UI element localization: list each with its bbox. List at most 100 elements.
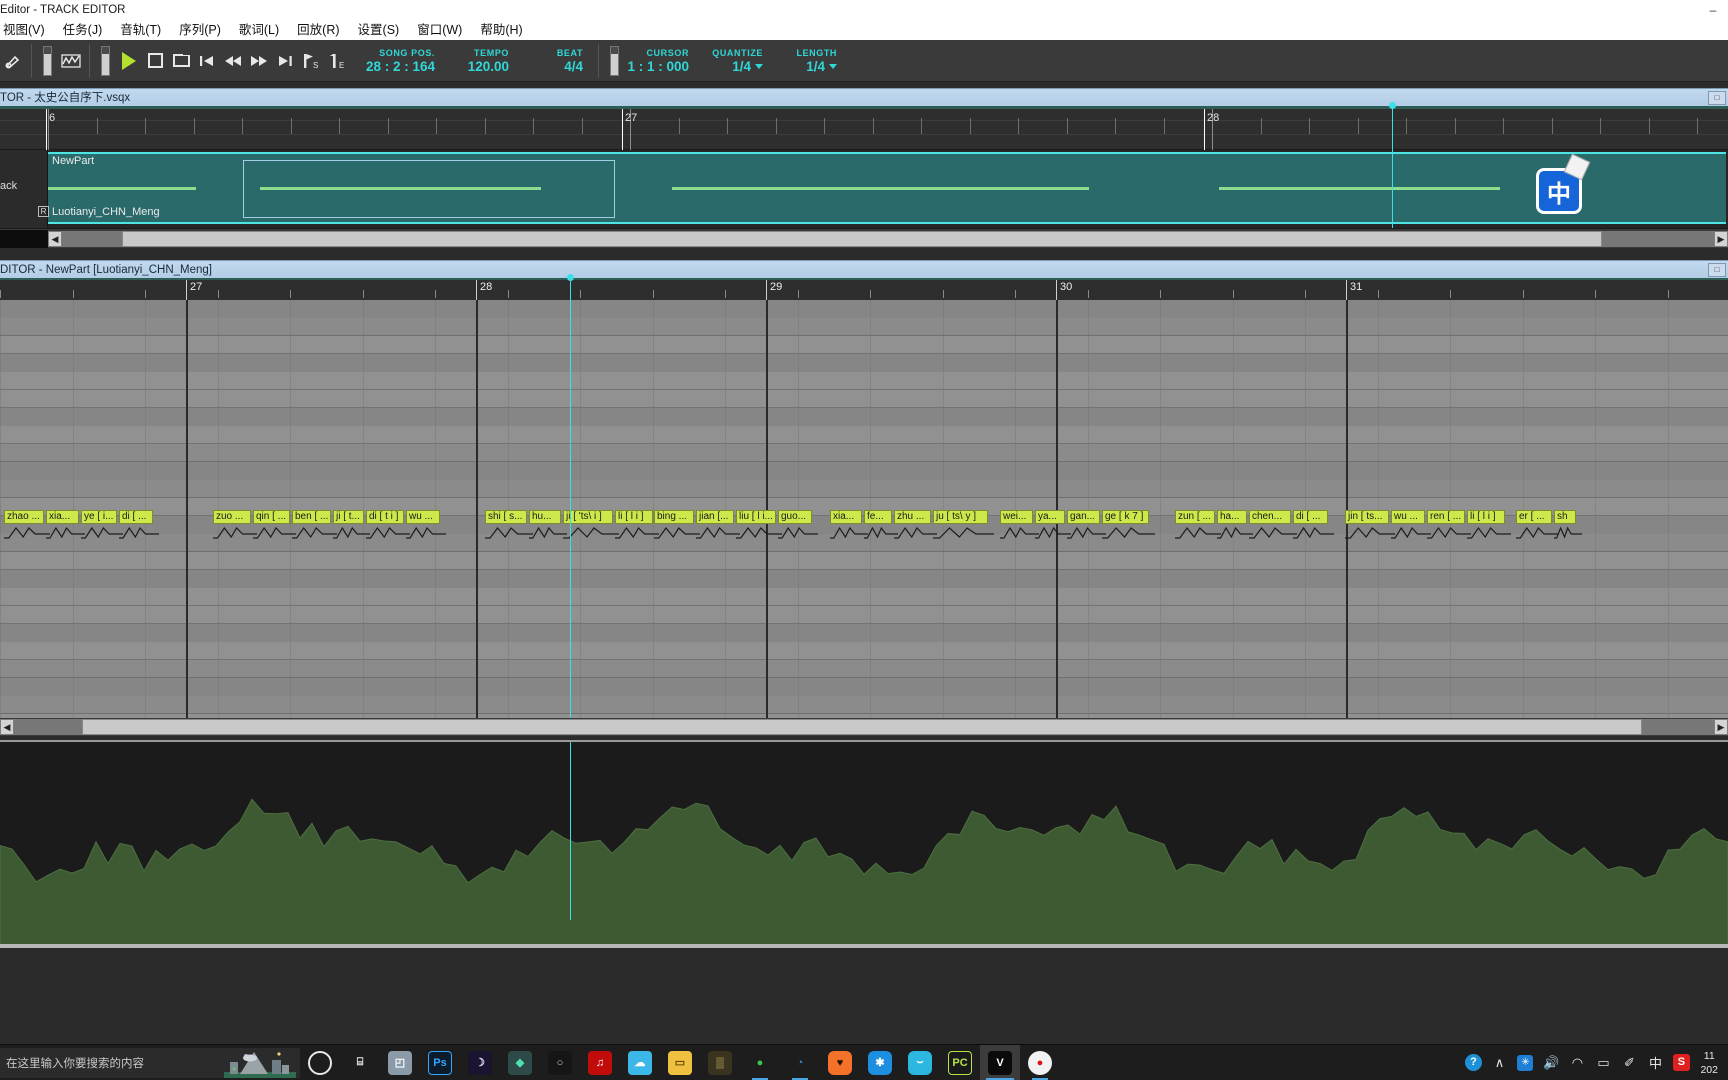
piano-roll-note[interactable]: ye [ i...: [81, 510, 117, 524]
file-explorer-icon[interactable]: ▭: [660, 1045, 700, 1080]
piano-roll-note[interactable]: ju [ ts\ y ]: [933, 510, 988, 524]
dark-circle-icon[interactable]: ○: [540, 1045, 580, 1080]
pitch-bend-curve[interactable]: [1249, 525, 1299, 543]
dynamics-curve[interactable]: [0, 742, 1728, 947]
menu-item-0[interactable]: 视图(V): [0, 20, 54, 40]
piano-roll-note[interactable]: di [ t i ]: [366, 510, 404, 524]
transport-readout-0[interactable]: SONG POS. 28 : 2 : 164: [366, 43, 435, 79]
menu-item-1[interactable]: 任务(J): [54, 20, 112, 40]
piano-scroll-right-arrow[interactable]: ▶: [1714, 719, 1728, 735]
piano-roll-note[interactable]: bing ...: [654, 510, 694, 524]
transport-readout-1[interactable]: TEMPO 120.00: [447, 43, 509, 79]
curve-tool-icon[interactable]: [58, 46, 84, 76]
piano-roll-note[interactable]: er [ ...: [1516, 510, 1552, 524]
piano-roll-note[interactable]: gan...: [1067, 510, 1100, 524]
track-editor-ruler[interactable]: 6 27 28: [0, 106, 1728, 150]
piano-roll-note[interactable]: wu ...: [406, 510, 440, 524]
piano-roll-note[interactable]: zhu ...: [894, 510, 931, 524]
pitch-bend-curve[interactable]: [1102, 525, 1157, 543]
pitch-bend-curve[interactable]: [933, 525, 996, 543]
menu-item-4[interactable]: 歌词(L): [230, 20, 288, 40]
taskbar-clock[interactable]: 11 202: [1694, 1049, 1724, 1077]
battery-icon[interactable]: ▭: [1590, 1045, 1616, 1080]
menu-item-8[interactable]: 帮助(H): [471, 20, 531, 40]
piano-roll-note[interactable]: wu ...: [1391, 510, 1425, 524]
menu-item-7[interactable]: 窗口(W): [408, 20, 471, 40]
forward-to-end-button[interactable]: [272, 46, 298, 76]
piano-roll-note[interactable]: ben [ ...: [292, 510, 331, 524]
ime-floating-indicator[interactable]: 中: [1536, 153, 1591, 214]
piano-roll-note[interactable]: ya...: [1035, 510, 1065, 524]
pen-input-icon[interactable]: ✐: [1616, 1045, 1642, 1080]
pycharm-icon[interactable]: PC: [940, 1045, 980, 1080]
cortana-circle-icon[interactable]: [300, 1045, 340, 1080]
volume-icon[interactable]: 🔊: [1538, 1045, 1564, 1080]
pencil-tool-icon[interactable]: [0, 46, 26, 76]
piano-roll-scrollbar[interactable]: ◀ ▶: [0, 718, 1728, 736]
ime-mode-icon[interactable]: 中: [1642, 1045, 1668, 1080]
transport-readout-2[interactable]: BEAT 4/4: [521, 43, 583, 79]
piano-roll-note[interactable]: shi [ s...: [485, 510, 527, 524]
pitch-bend-curve[interactable]: [485, 525, 535, 543]
piano-scroll-track[interactable]: [14, 719, 1714, 735]
pitch-bend-curve[interactable]: [406, 525, 448, 543]
cursor-readout-1[interactable]: QUANTIZE 1/4: [701, 43, 764, 79]
pitch-bend-curve[interactable]: [1467, 525, 1513, 543]
photoshop-icon[interactable]: Ps: [420, 1045, 460, 1080]
track-editor-scrollbar[interactable]: ◀ ▶: [0, 228, 1728, 248]
piano-roll-grid[interactable]: zhao ... xia... ye [ i... di [ ... zuo ... qi…: [0, 300, 1728, 718]
piano-roll-playhead[interactable]: [567, 274, 574, 718]
pitch-bend-curve[interactable]: [292, 525, 339, 543]
piano-roll-note[interactable]: liu [ l i...: [736, 510, 776, 524]
piano-roll-note[interactable]: di [ ...: [119, 510, 153, 524]
pitch-bend-curve[interactable]: [1175, 525, 1223, 543]
piano-roll-note[interactable]: xia...: [46, 510, 79, 524]
track-scroll-thumb[interactable]: [122, 230, 1602, 247]
track-playhead-knob[interactable]: [1389, 102, 1396, 109]
piano-scroll-left-arrow[interactable]: ◀: [0, 719, 14, 735]
loop-start-marker-button[interactable]: S: [298, 46, 324, 76]
piano-roll-note[interactable]: zun [ ...: [1175, 510, 1215, 524]
tool-slider-1[interactable]: [43, 45, 52, 76]
piano-roll-note[interactable]: qin [ ...: [253, 510, 290, 524]
rewind-to-start-button[interactable]: [194, 46, 220, 76]
edge-browser-icon[interactable]: ◔: [780, 1045, 820, 1080]
track-part-newpart[interactable]: NewPart R Luotianyi_CHN_Meng: [38, 152, 1726, 224]
piano-roll-note[interactable]: chen...: [1249, 510, 1291, 524]
minimize-button[interactable]: –: [1698, 0, 1728, 20]
dynamics-control-pane[interactable]: [0, 740, 1728, 948]
piano-roll-note[interactable]: wei...: [1000, 510, 1033, 524]
piano-roll-note[interactable]: ren [ ...: [1427, 510, 1465, 524]
screen-recorder-icon[interactable]: ●: [1020, 1045, 1060, 1080]
blue-tray-app-icon[interactable]: ✳: [1512, 1045, 1538, 1080]
sogou-ime-icon[interactable]: S: [1668, 1045, 1694, 1080]
piano-roll-note[interactable]: fe...: [864, 510, 892, 524]
moon-app-icon[interactable]: ☽: [460, 1045, 500, 1080]
chevron-down-icon[interactable]: [755, 64, 764, 70]
pitch-bend-curve[interactable]: [778, 525, 820, 543]
help-warning-icon[interactable]: ?: [1460, 1045, 1486, 1080]
netease-music-icon[interactable]: ♫: [580, 1045, 620, 1080]
bilibili-icon[interactable]: ⌣: [900, 1045, 940, 1080]
piano-roll-note[interactable]: jin [ ts...: [1345, 510, 1389, 524]
piano-playhead-knob[interactable]: [567, 274, 574, 281]
wifi-icon[interactable]: ◠: [1564, 1045, 1590, 1080]
track-scroll-right-arrow[interactable]: ▶: [1714, 230, 1728, 247]
track-scroll-track[interactable]: [62, 230, 1714, 247]
orange-app-icon[interactable]: ♥: [820, 1045, 860, 1080]
piano-roll-note[interactable]: ha...: [1217, 510, 1247, 524]
menu-item-2[interactable]: 音轨(T): [111, 20, 170, 40]
cursor-readout-0[interactable]: CURSOR 1 : 1 : 000: [627, 43, 690, 79]
piano-roll-note[interactable]: guo...: [778, 510, 812, 524]
star-app-icon[interactable]: ✱: [860, 1045, 900, 1080]
photos-icon[interactable]: ◰: [380, 1045, 420, 1080]
pitch-bend-curve[interactable]: [736, 525, 784, 543]
pitch-bend-curve[interactable]: [119, 525, 161, 543]
record-badge-icon[interactable]: R: [38, 206, 49, 217]
piano-roll-note[interactable]: ji [ t...: [333, 510, 364, 524]
piano-roll-maximize-button[interactable]: □: [1708, 262, 1726, 277]
stop-button[interactable]: [142, 46, 168, 76]
pitch-bend-curve[interactable]: [563, 525, 621, 543]
pitch-bend-curve[interactable]: [4, 525, 52, 543]
piano-roll-ruler[interactable]: 27 28 29 30 31: [0, 278, 1728, 300]
